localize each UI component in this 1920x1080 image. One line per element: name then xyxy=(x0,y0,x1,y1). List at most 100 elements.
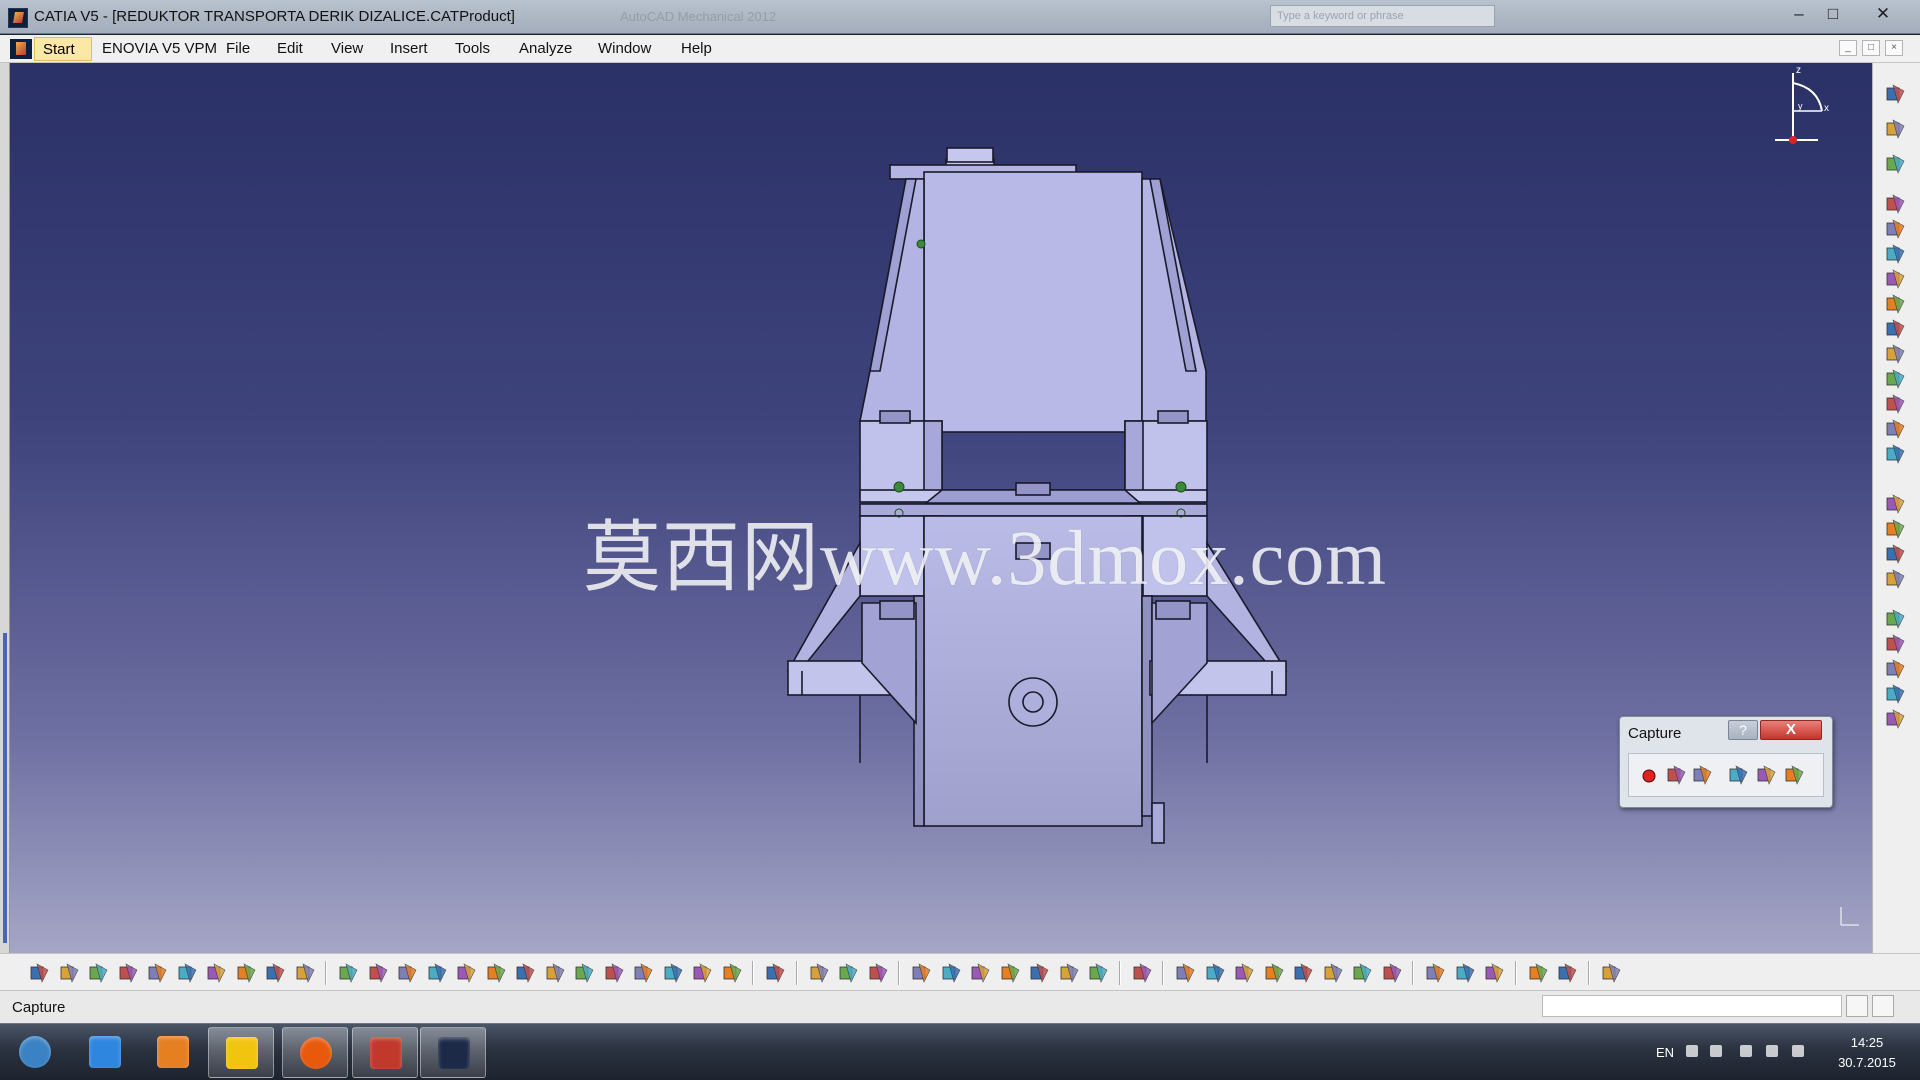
menu-help[interactable]: Help xyxy=(681,40,712,57)
copy-icon[interactable] xyxy=(176,962,198,984)
bom-icon[interactable] xyxy=(1351,962,1373,984)
document-icon[interactable] xyxy=(10,39,32,59)
graph-tree-icon[interactable] xyxy=(1884,318,1908,340)
table-icon[interactable] xyxy=(910,962,932,984)
analysis-icon[interactable] xyxy=(1483,962,1505,984)
zoom-out-icon[interactable] xyxy=(485,962,507,984)
print-icon[interactable] xyxy=(117,962,139,984)
new-component-icon[interactable] xyxy=(1884,193,1908,215)
volume-icon[interactable] xyxy=(1792,1045,1804,1057)
remove-icon[interactable] xyxy=(1322,962,1344,984)
mdi-restore-button[interactable]: □ xyxy=(1862,40,1880,56)
catalog-icon[interactable] xyxy=(691,962,713,984)
new-part-icon[interactable] xyxy=(1884,243,1908,265)
record-icon[interactable] xyxy=(1637,764,1661,788)
tree-icon[interactable] xyxy=(940,962,962,984)
rotate-icon[interactable] xyxy=(426,962,448,984)
clock-date[interactable]: 30.7.2015 xyxy=(1832,1055,1902,1070)
new-product-icon[interactable] xyxy=(1884,218,1908,240)
constraint-offset-icon[interactable] xyxy=(1884,633,1908,655)
save-icon[interactable] xyxy=(87,962,109,984)
constraint-coincidence-icon[interactable] xyxy=(1884,568,1908,590)
language-indicator[interactable]: EN xyxy=(1656,1045,1674,1060)
mdi-close-button[interactable]: × xyxy=(1885,40,1903,56)
menu-enovia[interactable]: ENOVIA V5 VPM xyxy=(102,40,217,57)
publication-icon[interactable] xyxy=(1381,962,1403,984)
minimize-button[interactable]: – xyxy=(1784,2,1814,26)
update-icon[interactable] xyxy=(1884,708,1908,730)
network-icon[interactable] xyxy=(1766,1045,1778,1057)
autocad-mechanical-icon[interactable] xyxy=(352,1027,418,1078)
zoom-in-icon[interactable] xyxy=(455,962,477,984)
constraint-angle-icon[interactable] xyxy=(1884,658,1908,680)
pocket-icon[interactable] xyxy=(1292,962,1314,984)
capture-icon[interactable] xyxy=(1727,764,1751,788)
manage-representations-icon[interactable] xyxy=(1884,393,1908,415)
hide-show-icon[interactable] xyxy=(632,962,654,984)
internet-explorer-icon[interactable] xyxy=(72,1027,138,1078)
close-button[interactable]: ✕ xyxy=(1868,2,1898,26)
menu-file[interactable]: File xyxy=(226,40,250,57)
open-icon[interactable] xyxy=(58,962,80,984)
scenes-icon[interactable] xyxy=(1454,962,1476,984)
menu-edit[interactable]: Edit xyxy=(277,40,303,57)
sectioning-icon[interactable] xyxy=(999,962,1021,984)
split-icon[interactable] xyxy=(1233,962,1255,984)
menu-window[interactable]: Window xyxy=(598,40,651,57)
file-explorer-icon[interactable] xyxy=(208,1027,274,1078)
update-all-icon[interactable] xyxy=(1424,962,1446,984)
catia-icon[interactable] xyxy=(420,1027,486,1078)
compass-icon[interactable] xyxy=(1884,153,1908,175)
fit-all-icon[interactable] xyxy=(367,962,389,984)
scroll-thumb[interactable] xyxy=(3,633,7,943)
weight-icon[interactable] xyxy=(1087,962,1109,984)
clash-icon[interactable] xyxy=(969,962,991,984)
constraint-contact-icon[interactable] xyxy=(1884,608,1908,630)
whats-this-icon[interactable] xyxy=(294,962,316,984)
media-player-icon[interactable] xyxy=(140,1027,206,1078)
left-scroll-strip[interactable] xyxy=(0,63,10,953)
multi-view-icon[interactable] xyxy=(544,962,566,984)
snap-icon[interactable] xyxy=(1884,493,1908,515)
hole-icon[interactable] xyxy=(1263,962,1285,984)
3d-viewport[interactable]: 莫西网www.3dmox.com z x y xyxy=(10,63,1872,953)
cut-icon[interactable] xyxy=(146,962,168,984)
redo-icon[interactable] xyxy=(264,962,286,984)
iso-view-icon[interactable] xyxy=(573,962,595,984)
album-icon[interactable] xyxy=(1755,764,1779,788)
capture-help-button[interactable]: ? xyxy=(1728,720,1758,740)
explode-icon[interactable] xyxy=(1884,518,1908,540)
select-mode-icon[interactable] xyxy=(1665,764,1689,788)
compass-axis-icon[interactable]: z x y xyxy=(1770,63,1870,163)
clock-time[interactable]: 14:25 xyxy=(1832,1035,1902,1050)
image-editor-icon[interactable] xyxy=(1783,764,1807,788)
annotation-icon[interactable] xyxy=(837,962,859,984)
sketcher-icon[interactable] xyxy=(1884,83,1908,105)
mdi-minimize-button[interactable]: _ xyxy=(1839,40,1857,56)
stop-manipulate-icon[interactable] xyxy=(1884,543,1908,565)
pan-icon[interactable] xyxy=(396,962,418,984)
capture-toolbar-dialog[interactable]: Capture ? X xyxy=(1619,716,1833,808)
undo-icon[interactable] xyxy=(235,962,257,984)
options-icon[interactable] xyxy=(1691,764,1715,788)
manipulation-icon[interactable] xyxy=(1884,443,1908,465)
menu-tools[interactable]: Tools xyxy=(455,40,490,57)
knowledge-icon[interactable] xyxy=(867,962,889,984)
search-input[interactable]: Type a keyword or phrase xyxy=(1270,5,1495,27)
fly-mode-icon[interactable] xyxy=(337,962,359,984)
new-icon[interactable] xyxy=(28,962,50,984)
menu-start[interactable]: Start xyxy=(34,37,92,61)
refresh-icon[interactable] xyxy=(1131,962,1153,984)
mass-icon[interactable] xyxy=(1058,962,1080,984)
menu-analyze[interactable]: Analyze xyxy=(519,40,572,57)
status-search-button[interactable] xyxy=(1872,995,1894,1017)
paste-icon[interactable] xyxy=(205,962,227,984)
menu-view[interactable]: View xyxy=(331,40,363,57)
part-design-icon[interactable] xyxy=(1204,962,1226,984)
status-toggle-button[interactable] xyxy=(1846,995,1868,1017)
maximize-button[interactable]: □ xyxy=(1818,2,1848,26)
apply-material-icon[interactable] xyxy=(1556,962,1578,984)
fast-multi-instantiation-icon[interactable] xyxy=(1884,418,1908,440)
windows-start-icon[interactable] xyxy=(2,1027,64,1078)
formula-icon[interactable] xyxy=(808,962,830,984)
